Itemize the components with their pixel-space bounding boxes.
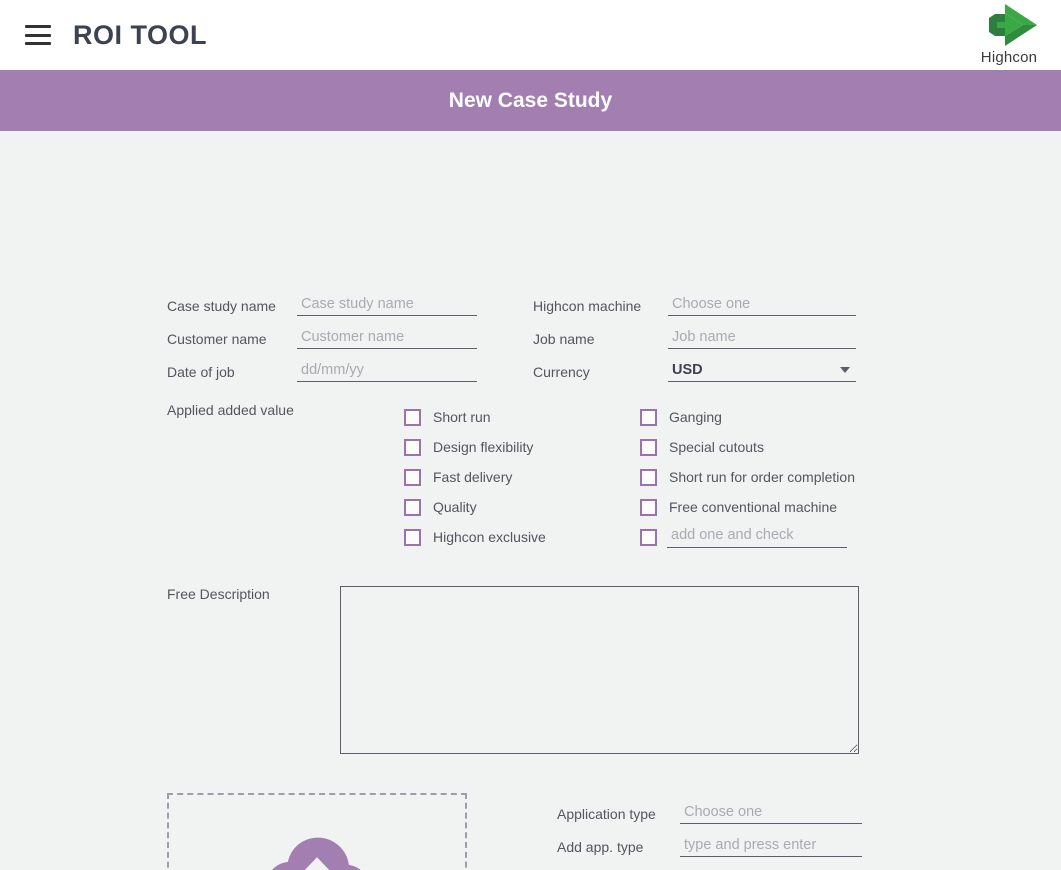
logo-wordmark: Highcon bbox=[980, 49, 1038, 66]
applied-added-value-label: Applied added value bbox=[167, 402, 294, 418]
hamburger-menu-icon[interactable] bbox=[25, 25, 51, 45]
checkbox-highcon-exclusive[interactable] bbox=[404, 528, 421, 546]
case-study-name-input[interactable] bbox=[297, 295, 477, 317]
field-date-of-job: Date of job bbox=[167, 355, 477, 388]
checkbox-special-cutouts[interactable] bbox=[640, 438, 657, 456]
page-banner: New Case Study bbox=[0, 70, 1061, 131]
highcon-chevron-logo bbox=[989, 4, 1037, 46]
input-wrap-date-of-job bbox=[297, 361, 477, 383]
checkbox-label-design-flexibility: Design flexibility bbox=[433, 439, 534, 455]
top-bar: ROI TOOL Highcon bbox=[0, 0, 1061, 70]
checkbox-row-highcon-exclusive[interactable]: Highcon exclusive bbox=[404, 522, 546, 552]
label-case-study-name: Case study name bbox=[167, 297, 276, 314]
hamburger-bar-3 bbox=[25, 42, 51, 45]
application-type-input[interactable] bbox=[680, 803, 862, 825]
add-app-type-input[interactable] bbox=[680, 836, 862, 858]
checkbox-row-fast-delivery[interactable]: Fast delivery bbox=[404, 462, 546, 492]
checkbox-row-free-conventional-machine[interactable]: Free conventional machine bbox=[640, 492, 855, 522]
checkbox-row-design-flexibility[interactable]: Design flexibility bbox=[404, 432, 546, 462]
file-dropzone-area[interactable]: Drag and drop Pictures and files here or… bbox=[167, 793, 467, 870]
label-job-name: Job name bbox=[533, 330, 595, 347]
highcon-logo: Highcon bbox=[971, 2, 1047, 68]
field-currency: Currency bbox=[533, 355, 856, 388]
input-wrap-job-name bbox=[668, 328, 856, 350]
currency-select[interactable] bbox=[668, 361, 856, 383]
page-title: New Case Study bbox=[448, 88, 613, 112]
checkbox-custom-added-value[interactable] bbox=[640, 528, 657, 546]
checkbox-short-run-order-completion[interactable] bbox=[640, 468, 657, 486]
field-job-name: Job name bbox=[533, 322, 856, 355]
free-description-wrap bbox=[340, 586, 859, 759]
checkbox-row-quality[interactable]: Quality bbox=[404, 492, 546, 522]
date-of-job-input[interactable] bbox=[297, 361, 477, 383]
field-customer-name: Customer name bbox=[167, 322, 477, 355]
checkbox-short-run[interactable] bbox=[404, 408, 421, 426]
checkbox-label-ganging: Ganging bbox=[669, 409, 722, 425]
checkbox-design-flexibility[interactable] bbox=[404, 438, 421, 456]
checkbox-row-special-cutouts[interactable]: Special cutouts bbox=[640, 432, 855, 462]
form-left-column: Case study name Customer name Date of jo… bbox=[167, 289, 477, 388]
hamburger-bar-1 bbox=[25, 25, 51, 28]
label-add-app-type: Add app. type bbox=[557, 838, 644, 855]
field-add-app-type: Add app. type bbox=[557, 830, 862, 863]
checkbox-label-quality: Quality bbox=[433, 499, 477, 515]
hamburger-bar-2 bbox=[25, 33, 51, 37]
label-currency: Currency bbox=[533, 363, 590, 380]
job-name-input[interactable] bbox=[668, 328, 856, 350]
checkbox-fast-delivery[interactable] bbox=[404, 468, 421, 486]
checkbox-label-special-cutouts: Special cutouts bbox=[669, 439, 764, 455]
label-customer-name: Customer name bbox=[167, 330, 267, 347]
field-application-type: Application type bbox=[557, 797, 862, 830]
field-case-study-name: Case study name bbox=[167, 289, 477, 322]
input-wrap-customer-name bbox=[297, 328, 477, 350]
free-description-label: Free Description bbox=[167, 586, 270, 602]
checkbox-ganging[interactable] bbox=[640, 408, 657, 426]
custom-added-value-input[interactable] bbox=[667, 526, 847, 548]
app-title: ROI TOOL bbox=[73, 19, 208, 50]
added-value-right-column: Ganging Special cutouts Short run for or… bbox=[640, 402, 855, 552]
checkbox-quality[interactable] bbox=[404, 498, 421, 516]
checkbox-label-free-conventional-machine: Free conventional machine bbox=[669, 499, 838, 515]
label-application-type: Application type bbox=[557, 805, 656, 822]
customer-name-input[interactable] bbox=[297, 328, 477, 350]
file-dropzone[interactable]: Drag and drop Pictures and files here or… bbox=[167, 793, 467, 870]
checkbox-label-short-run-order-completion: Short run for order completion bbox=[669, 469, 855, 485]
cloud-upload-icon bbox=[272, 837, 361, 870]
form-right-column: Highcon machine Job name Currency bbox=[533, 289, 856, 388]
checkbox-free-conventional-machine[interactable] bbox=[640, 498, 657, 516]
input-wrap-highcon-machine bbox=[668, 295, 856, 317]
highcon-machine-input[interactable] bbox=[668, 295, 856, 317]
input-wrap-add-app-type bbox=[680, 836, 862, 858]
label-highcon-machine: Highcon machine bbox=[533, 297, 642, 314]
label-date-of-job: Date of job bbox=[167, 363, 235, 380]
checkbox-row-custom-added-value[interactable] bbox=[640, 522, 855, 552]
field-highcon-machine: Highcon machine bbox=[533, 289, 856, 322]
job-details-column: Application type Add app. type Sheet siz… bbox=[557, 797, 862, 870]
custom-added-value-wrap bbox=[667, 526, 847, 548]
currency-select-wrap[interactable] bbox=[668, 361, 856, 383]
free-description-textarea[interactable] bbox=[340, 586, 859, 754]
checkbox-label-highcon-exclusive: Highcon exclusive bbox=[433, 529, 546, 545]
checkbox-row-short-run[interactable]: Short run bbox=[404, 402, 546, 432]
checkbox-label-fast-delivery: Fast delivery bbox=[433, 469, 513, 485]
added-value-left-column: Short run Design flexibility Fast delive… bbox=[404, 402, 546, 552]
field-sheet-size: Sheet size bbox=[557, 863, 862, 870]
checkbox-row-ganging[interactable]: Ganging bbox=[640, 402, 855, 432]
checkbox-label-short-run: Short run bbox=[433, 409, 491, 425]
input-wrap-application-type bbox=[680, 803, 862, 825]
input-wrap-case-study-name bbox=[297, 295, 477, 317]
checkbox-row-short-run-order-completion[interactable]: Short run for order completion bbox=[640, 462, 855, 492]
